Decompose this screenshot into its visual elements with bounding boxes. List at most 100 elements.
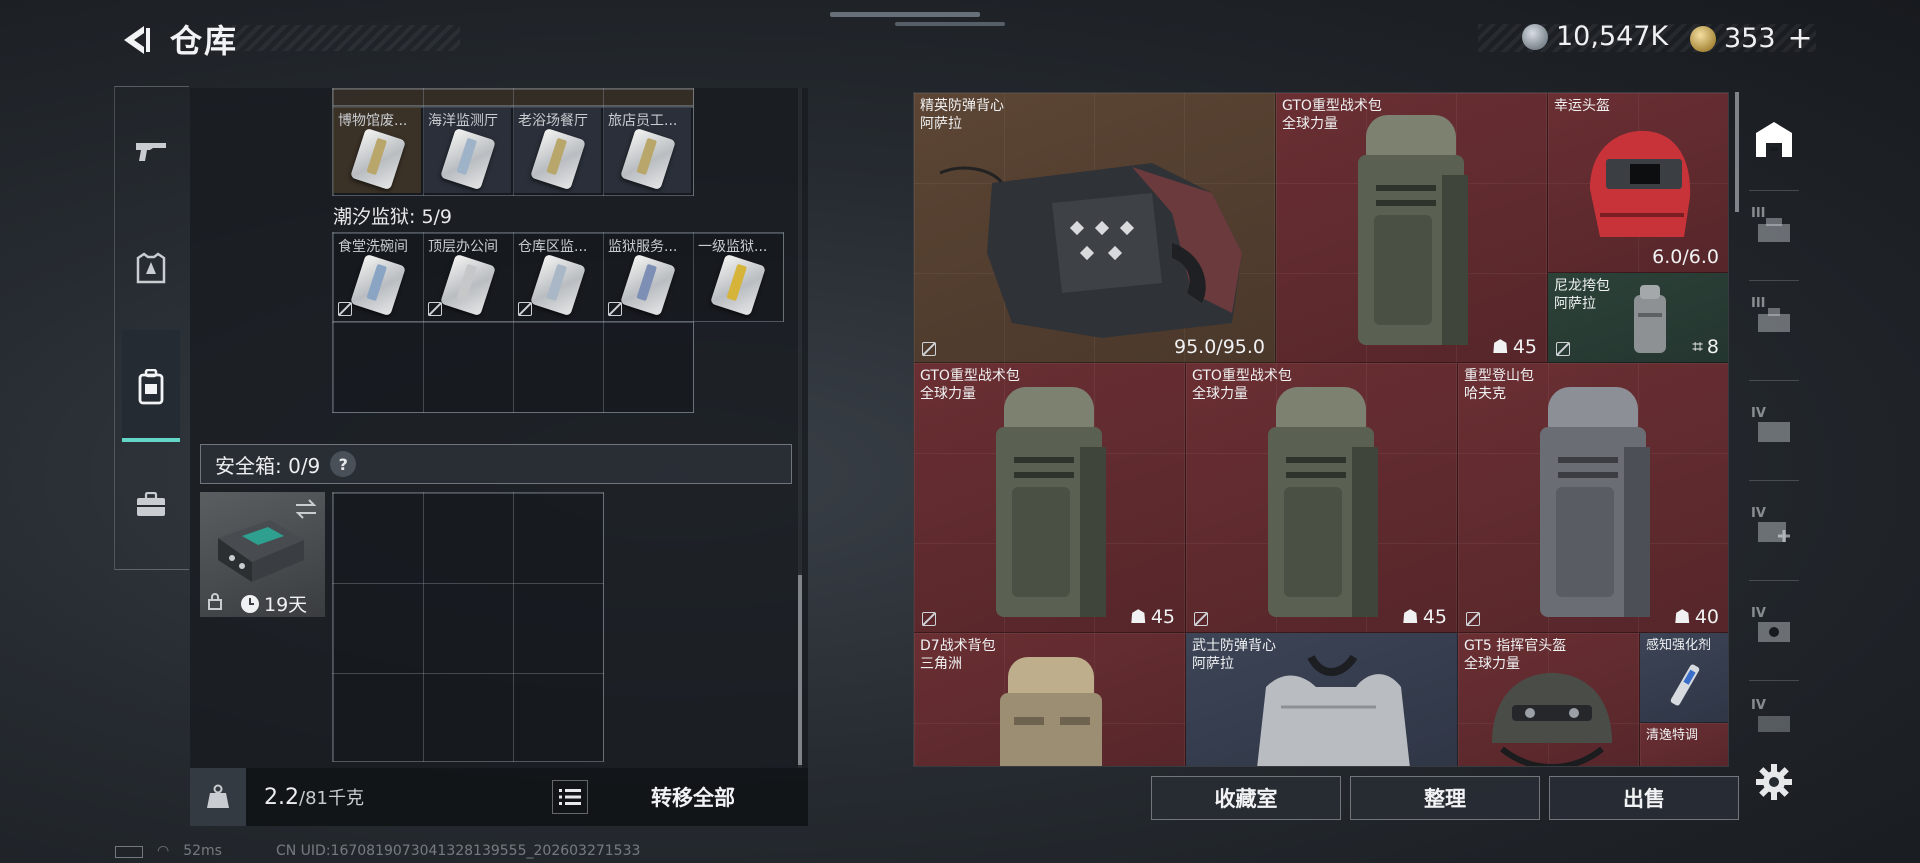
- capacity-icon: ☗: [1491, 336, 1509, 358]
- keycard-icon: [619, 253, 677, 317]
- inventory-item[interactable]: 幸运头盔 6.0/6.0: [1548, 93, 1728, 273]
- sell-button[interactable]: 出售: [1549, 776, 1739, 820]
- inventory-item[interactable]: 感知强化剂: [1640, 633, 1728, 723]
- inventory-scrollbar[interactable]: [1735, 92, 1739, 212]
- item-name: 清逸特调: [1646, 728, 1699, 743]
- inventory-item[interactable]: D7战术背包 三角洲: [914, 633, 1186, 766]
- item-brand: 三角洲: [920, 656, 962, 672]
- keycard-icon: [439, 127, 497, 191]
- nav-backpack[interactable]: [122, 358, 180, 416]
- keycard-label: 监狱服务...: [608, 239, 678, 255]
- injector-icon: [1670, 664, 1700, 706]
- organize-button[interactable]: 整理: [1350, 776, 1540, 820]
- tab-level-4-a[interactable]: IV: [1745, 400, 1803, 458]
- tab-divider: [1749, 580, 1799, 581]
- safebox-title: 安全箱: 0/9: [215, 453, 321, 478]
- tab-level-4-d[interactable]: IV: [1745, 692, 1803, 750]
- keycard-grid-2-empty: [332, 321, 694, 413]
- storage-scrollbar[interactable]: [798, 575, 802, 765]
- tab-level: IV: [1751, 698, 1766, 713]
- keycard-icon: [709, 253, 767, 317]
- keycard-label: 一级监狱...: [698, 239, 768, 255]
- item-durability: 6.0/6.0: [1652, 246, 1719, 268]
- item-name: 武士防弹背心: [1192, 638, 1276, 654]
- nav-armor[interactable]: [122, 240, 180, 298]
- swap-icon[interactable]: [294, 498, 318, 520]
- inventory-item[interactable]: 清逸特调: [1640, 723, 1728, 766]
- capacity-icon: ☗: [1673, 606, 1691, 628]
- inventory-grid[interactable]: 精英防弹背心 阿萨拉 95.0/95.0 GTO重型战术包 全球力量 ☗ 45 …: [913, 92, 1729, 767]
- currency-gold[interactable]: 353 +: [1690, 21, 1813, 56]
- inventory-item[interactable]: 重型登山包 哈夫克 ☗ 40: [1458, 363, 1728, 633]
- keycard-slot[interactable]: 一级监狱...: [693, 233, 781, 319]
- collection-room-button[interactable]: 收藏室: [1151, 776, 1341, 820]
- inventory-item[interactable]: GTO重型战术包 全球力量 ☗ 45: [1186, 363, 1458, 633]
- keycard-label: 博物馆废...: [338, 113, 408, 129]
- briefcase-icon: [137, 492, 165, 516]
- inventory-item[interactable]: 尼龙挎包 阿萨拉 ⌗ 8: [1548, 273, 1728, 363]
- nav-weapons[interactable]: [122, 122, 180, 180]
- list-icon: [559, 789, 581, 805]
- capacity-value: 8: [1706, 336, 1719, 358]
- keycard-slot[interactable]: 顶层办公间: [423, 233, 511, 319]
- inventory-item[interactable]: GTO重型战术包 全球力量 ☗ 45: [914, 363, 1186, 633]
- battery-icon: [115, 846, 143, 858]
- tab-level-3-b[interactable]: III: [1745, 290, 1803, 348]
- backpack-icon: [138, 369, 164, 405]
- keycard-label: 老浴场餐厅: [518, 113, 588, 129]
- capacity-value: 45: [1512, 336, 1537, 358]
- no-favorite-icon: [518, 302, 532, 316]
- keycard-slot[interactable]: 监狱服务...: [603, 233, 691, 319]
- storage-footer: 2.2/81千克 转移全部: [190, 768, 808, 826]
- inventory-item[interactable]: GTO重型战术包 全球力量 ☗ 45: [1276, 93, 1548, 363]
- keycard-label: 旅店员工...: [608, 113, 678, 129]
- keycard-slot[interactable]: 旅店员工...: [603, 107, 691, 193]
- item-capacity: ⌗ 8: [1692, 336, 1719, 358]
- keycard-label: 食堂洗碗间: [338, 239, 408, 255]
- list-view-button[interactable]: [552, 780, 588, 814]
- backpack-item-icon: [1358, 115, 1468, 345]
- item-brand: 阿萨拉: [1192, 656, 1234, 672]
- safebox-grid[interactable]: [332, 492, 604, 762]
- backpack-item-icon: [1540, 387, 1650, 617]
- no-favorite-icon: [428, 302, 442, 316]
- tab-level-4-c[interactable]: IV: [1745, 600, 1803, 658]
- tab-all[interactable]: [1745, 110, 1803, 168]
- capacity-value: 45: [1422, 606, 1447, 628]
- back-arrow-icon[interactable]: [116, 20, 156, 60]
- inventory-item[interactable]: 武士防弹背心 阿萨拉: [1186, 633, 1458, 766]
- gold-coin-icon: [1690, 25, 1716, 52]
- no-favorite-icon: [922, 342, 936, 356]
- safebox-time-remaining: 19天: [264, 594, 308, 616]
- help-icon[interactable]: ?: [330, 451, 357, 477]
- item-name: 幸运头盔: [1554, 98, 1610, 114]
- keycard-slot[interactable]: 老浴场餐厅: [513, 107, 601, 193]
- warehouse-icon: [1756, 122, 1792, 157]
- add-currency-button[interactable]: +: [1788, 21, 1813, 56]
- nav-briefcase[interactable]: [122, 476, 180, 534]
- armor-icon: [136, 252, 166, 284]
- keycard-slot[interactable]: 食堂洗碗间: [333, 233, 421, 319]
- currency-gold-amount: 353: [1724, 23, 1776, 54]
- tab-level-3-a[interactable]: III: [1745, 200, 1803, 258]
- gear-icon[interactable]: [1754, 762, 1794, 802]
- keycard-slot[interactable]: 海洋监测厅: [423, 107, 511, 193]
- item-name: GTO重型战术包: [920, 368, 1020, 384]
- item-name: 精英防弹背心: [920, 98, 1004, 114]
- item-name: D7战术背包: [920, 638, 996, 654]
- inventory-item[interactable]: 精英防弹背心 阿萨拉 95.0/95.0: [914, 93, 1276, 363]
- safebox-container-item[interactable]: 19天: [200, 492, 325, 617]
- tab-level-4-b[interactable]: IV: [1745, 500, 1803, 558]
- item-capacity: ☗ 45: [1492, 336, 1537, 358]
- tab-divider: [1749, 680, 1799, 681]
- keycard-slot[interactable]: 博物馆废...: [333, 107, 421, 193]
- status-bar: ◠ 52ms CN UID:1670819073041328139555_202…: [115, 843, 640, 859]
- transfer-all-button[interactable]: 转移全部: [598, 768, 788, 826]
- weight-icon: [190, 768, 246, 826]
- backpack-item-icon: [996, 387, 1106, 617]
- keycard-icon: [349, 253, 407, 317]
- keycard-slot[interactable]: 仓库区监...: [513, 233, 601, 319]
- weight-current: 2.2: [264, 785, 299, 810]
- inventory-item[interactable]: GT5 指挥官头盔 全球力量: [1458, 633, 1640, 766]
- ambient-light-decoration: [830, 12, 980, 17]
